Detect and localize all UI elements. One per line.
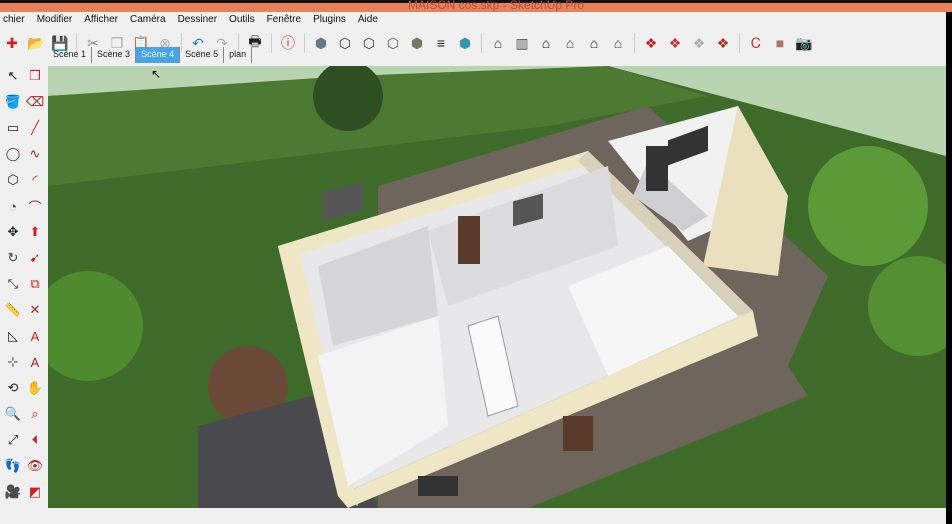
paint-bucket-icon[interactable]: 🪣: [4, 93, 22, 111]
tape-measure-icon[interactable]: 📏: [4, 301, 22, 319]
new-file-icon[interactable]: ✚: [1, 32, 23, 54]
scene-tab[interactable]: Scène 3: [92, 47, 137, 63]
rectangle-icon[interactable]: ▭: [4, 119, 22, 137]
3d-text-icon[interactable]: A: [26, 353, 44, 371]
menu-item-3[interactable]: Caméra: [124, 12, 172, 28]
pie-icon[interactable]: ◔: [4, 197, 22, 215]
scene-tab[interactable]: Scène 4: [136, 47, 181, 63]
text-icon[interactable]: A: [26, 327, 44, 345]
push-pull-icon[interactable]: ⬆: [26, 223, 44, 241]
circle-icon[interactable]: ◯: [4, 145, 22, 163]
offset-icon[interactable]: ⧉: [26, 275, 44, 293]
3d-viewport[interactable]: [48, 66, 946, 508]
model-info-icon[interactable]: ⓘ: [277, 32, 299, 54]
zoom-extents-icon[interactable]: ⤢: [4, 431, 22, 449]
section-plane-icon[interactable]: ◩: [26, 483, 44, 501]
freehand-icon[interactable]: ∿: [26, 145, 44, 163]
toolbar-separator: [271, 33, 272, 53]
menu-bar: chier Modifier Afficher Caméra Dessiner Outil…: [0, 12, 384, 28]
menu-item-0[interactable]: chier: [0, 12, 31, 28]
front-view-icon[interactable]: ⌂: [535, 32, 557, 54]
back-edges-icon[interactable]: ⬡: [334, 32, 356, 54]
title-bar: MAISON cos.skp - SketchUp Pro: [0, 0, 952, 12]
scene-tabs: Scène 1 Scène 3 Scène 4 Scène 5 plan: [48, 47, 253, 63]
previous-view-icon[interactable]: ⏴: [26, 431, 44, 449]
window-title: MAISON cos.skp - SketchUp Pro: [408, 0, 585, 12]
iso-view-icon[interactable]: ⌂: [487, 32, 509, 54]
scene-tab[interactable]: Scène 5: [180, 47, 225, 63]
walk-icon[interactable]: 👣: [4, 457, 22, 475]
zoom-icon[interactable]: 🔍: [4, 405, 22, 423]
make-component-icon[interactable]: ❒: [26, 67, 44, 85]
mouse-cursor: ↖: [151, 67, 162, 81]
arc2-icon[interactable]: ⌒: [26, 197, 44, 215]
house-model-render: [48, 66, 946, 508]
look-around-icon[interactable]: 👁: [26, 457, 44, 475]
pan-icon[interactable]: ✋: [26, 379, 44, 397]
menu-item-7[interactable]: Plugins: [307, 12, 352, 28]
scene-tab[interactable]: Scène 1: [48, 47, 93, 63]
dimension-icon[interactable]: ✕: [26, 301, 44, 319]
tools-toolbar: ↖ ❒ 🪣 ⌫ ▭ ╱ ◯ ∿ ⬡ ◜ ◔ ⌒ ✥ ⬆ ↻ ➹ ⤡ ⧉ 📏 ✕ ◺ A ⊹ A ⟲ ✋ 🔍 ⌕ ⤢ ⏴ 👣 👁 🎥 ◩: [0, 67, 46, 524]
toolbar-separator: [304, 33, 305, 53]
position-camera-icon[interactable]: 🎥: [4, 483, 22, 501]
material-icon[interactable]: ■: [769, 32, 791, 54]
toolbar-separator: [481, 33, 482, 53]
line-icon[interactable]: ╱: [26, 119, 44, 137]
orbit-icon[interactable]: ⟲: [4, 379, 22, 397]
follow-me-icon[interactable]: ➹: [26, 249, 44, 267]
open-folder-icon[interactable]: 📂: [25, 32, 47, 54]
back-view-icon[interactable]: ⌂: [583, 32, 605, 54]
arc-icon[interactable]: ◜: [26, 171, 44, 189]
shaded-textures-icon[interactable]: ≡: [430, 32, 452, 54]
shaded-icon[interactable]: ⬢: [406, 32, 428, 54]
eraser-icon[interactable]: ⌫: [26, 93, 44, 111]
layout-icon[interactable]: Ꮯ: [745, 32, 767, 54]
toolbar-separator: [739, 33, 740, 53]
share-component-icon[interactable]: ❖: [688, 32, 710, 54]
warehouse-icon[interactable]: ❖: [640, 32, 662, 54]
toolbar-separator: [634, 33, 635, 53]
scene-tab[interactable]: plan: [224, 47, 253, 63]
top-view-icon[interactable]: ▥: [511, 32, 533, 54]
menu-item-1[interactable]: Modifier: [31, 12, 79, 28]
share-model-icon[interactable]: ❖: [664, 32, 686, 54]
menu-item-5[interactable]: Outils: [223, 12, 261, 28]
left-view-icon[interactable]: ⌂: [607, 32, 629, 54]
axes-icon[interactable]: ⊹: [4, 353, 22, 371]
photo-match-icon[interactable]: 📷: [793, 32, 815, 54]
protractor-icon[interactable]: ◺: [4, 327, 22, 345]
select-icon[interactable]: ↖: [4, 67, 22, 85]
xray-icon[interactable]: ⬢: [310, 32, 332, 54]
wireframe-icon[interactable]: ⬡: [358, 32, 380, 54]
extension-warehouse-icon[interactable]: ❖: [712, 32, 734, 54]
menu-item-4[interactable]: Dessiner: [172, 12, 223, 28]
right-view-icon[interactable]: ⌂: [559, 32, 581, 54]
rotate-icon[interactable]: ↻: [4, 249, 22, 267]
monochrome-icon[interactable]: ⬢: [454, 32, 476, 54]
move-icon[interactable]: ✥: [4, 223, 22, 241]
menu-item-2[interactable]: Afficher: [78, 12, 124, 28]
menu-item-6[interactable]: Fenêtre: [261, 12, 307, 28]
scale-icon[interactable]: ⤡: [4, 275, 22, 293]
menu-item-8[interactable]: Aide: [352, 12, 384, 28]
zoom-window-icon[interactable]: ⌕: [26, 405, 44, 423]
polygon-icon[interactable]: ⬡: [4, 171, 22, 189]
hidden-line-icon[interactable]: ⬡: [382, 32, 404, 54]
